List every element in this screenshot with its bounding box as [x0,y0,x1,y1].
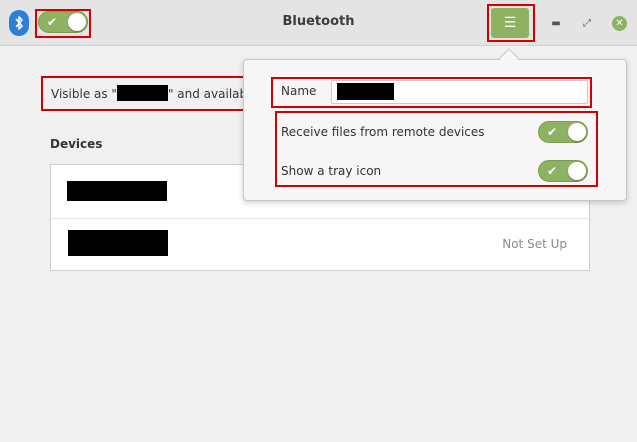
maximize-icon: ⤢ [583,17,591,29]
name-label: Name [281,84,317,98]
devices-heading: Devices [50,137,103,151]
receive-files-label: Receive files from remote devices [281,125,485,139]
maximize-button[interactable]: ⤢ [580,16,594,30]
redacted-device-name [116,85,168,101]
minimize-button[interactable]: ▬ [549,16,563,30]
visibility-suffix: " and availab [167,87,248,101]
tray-icon-switch[interactable]: ✔ [538,160,588,182]
hamburger-menu-icon: ☰ [503,15,517,31]
device-status: Not Set Up [502,237,567,251]
visibility-prefix: Visible as " [51,87,117,101]
visibility-text: Visible as " " and availab [43,78,253,110]
window-title: Bluetooth [282,14,355,29]
redacted-device-name [67,181,167,201]
minimize-icon: ▬ [551,17,561,29]
menu-button[interactable]: ☰ [491,8,529,38]
title-bar: ✔ Bluetooth ☰ ▬ ⤢ ✕ [0,0,637,46]
close-button[interactable]: ✕ [612,16,627,31]
tray-icon-label: Show a tray icon [281,164,382,178]
check-icon: ✔ [547,125,558,139]
receive-files-switch[interactable]: ✔ [538,121,588,143]
switch-knob [568,162,586,180]
redacted-name-value [337,83,394,100]
name-field[interactable] [331,80,588,104]
redacted-device-name [68,230,168,256]
close-icon: ✕ [615,18,624,29]
switch-knob [568,123,586,141]
device-row[interactable]: Not Set Up [51,218,589,271]
check-icon: ✔ [547,164,558,178]
